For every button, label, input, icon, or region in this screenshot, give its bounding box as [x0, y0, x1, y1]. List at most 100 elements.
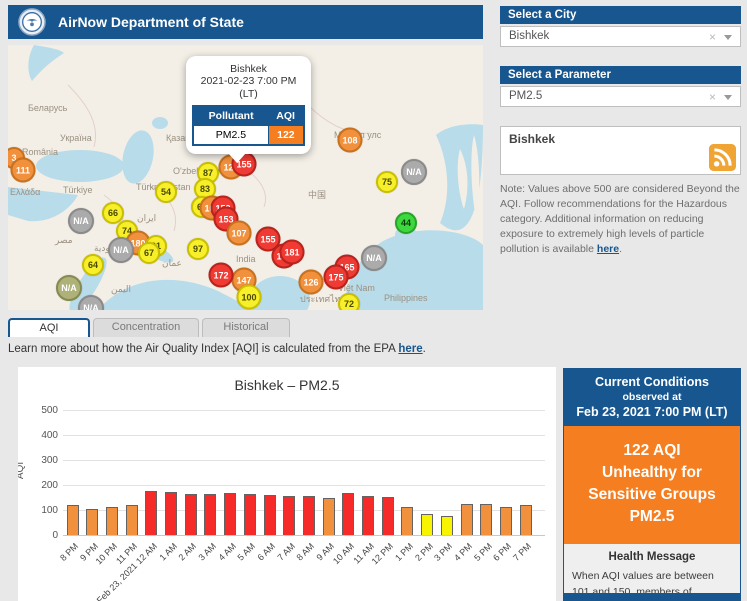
city-clear-icon[interactable]: × — [709, 28, 716, 46]
conditions-title: Current Conditions — [568, 375, 736, 389]
tab-aqi[interactable]: AQI — [8, 318, 90, 337]
aqi-marker-108[interactable]: 108 — [338, 128, 363, 153]
aqi-marker-54[interactable]: 54 — [155, 181, 177, 203]
bar-8-am[interactable] — [303, 496, 315, 535]
bar-1-pm[interactable] — [401, 507, 413, 536]
aqi-marker-97[interactable]: 97 — [187, 238, 209, 260]
popup-col-aqi: AQI — [268, 106, 304, 126]
popup-tail — [228, 153, 246, 163]
map-label: Ελλάδα — [10, 187, 40, 197]
aqi-marker-64[interactable]: 64 — [82, 254, 104, 276]
aqi-marker-na[interactable]: N/A — [108, 237, 134, 263]
aqi-marker-44[interactable]: 44 — [395, 212, 417, 234]
rss-city-label: Bishkek — [501, 127, 740, 146]
rss-feed-box: Bishkek — [500, 126, 741, 175]
aqi-marker-na[interactable]: N/A — [56, 275, 82, 301]
popup-pollutant-value: PM2.5 — [193, 126, 268, 146]
map-label: اليمن — [111, 284, 131, 295]
aqi-marker-126[interactable]: 126 — [299, 270, 324, 295]
aqi-marker-181[interactable]: 181 — [280, 240, 305, 265]
bar-10-pm[interactable] — [106, 507, 118, 536]
map-label: ايران — [137, 213, 156, 224]
tab-historical[interactable]: Historical — [202, 318, 290, 337]
bar-11-am[interactable] — [362, 496, 374, 535]
map-label: Україна — [60, 133, 92, 143]
gridline-200 — [63, 485, 545, 486]
tab-concentration[interactable]: Concentration — [93, 318, 199, 337]
aqi-marker-72[interactable]: 72 — [338, 293, 360, 310]
aqi-marker-67[interactable]: 67 — [138, 242, 160, 264]
city-caret-icon[interactable] — [724, 35, 732, 40]
map-label: Беларусь — [28, 103, 67, 113]
bar-5-pm[interactable] — [480, 504, 492, 535]
bar-5-am[interactable] — [244, 494, 256, 536]
bar-feb-23-2021-12-am[interactable] — [145, 491, 157, 535]
aqi-marker-175[interactable]: 175 — [324, 265, 349, 290]
conditions-observed-at: observed at — [568, 391, 736, 403]
popup-table: Pollutant AQI PM2.5 122 — [192, 105, 305, 146]
conditions-datetime: Feb 23, 2021 7:00 PM (LT) — [568, 405, 736, 419]
bar-12-pm[interactable] — [382, 497, 394, 535]
gridline-400 — [63, 435, 545, 436]
gridline-0 — [63, 535, 545, 536]
select-parameter-header: Select a Parameter — [500, 66, 741, 84]
bar-1-am[interactable] — [165, 492, 177, 535]
bar-2-am[interactable] — [185, 494, 197, 536]
aqi-bar-chart: Bishkek – PM2.5 AQI 0100200300400500 8 P… — [18, 367, 556, 601]
y-tick-label: 300 — [28, 455, 58, 466]
map-label: India — [236, 254, 256, 264]
bar-8-pm[interactable] — [67, 505, 79, 536]
bar-10-am[interactable] — [342, 493, 354, 535]
y-tick-label: 100 — [28, 505, 58, 516]
chart-plot-area — [63, 410, 545, 535]
learn-more-here-link[interactable]: here — [398, 343, 422, 355]
aqi-marker-100[interactable]: 100 — [237, 285, 262, 310]
bar-7-am[interactable] — [283, 496, 295, 536]
aqi-marker-na[interactable]: N/A — [401, 159, 427, 185]
bar-4-pm[interactable] — [461, 504, 473, 535]
popup-aqi-value: 122 — [268, 126, 304, 146]
bar-4-am[interactable] — [224, 493, 236, 535]
map-station-popup[interactable]: Bishkek 2021-02-23 7:00 PM (LT) Pollutan… — [186, 56, 311, 154]
learn-more-line: Learn more about how the Air Quality Ind… — [8, 343, 426, 355]
bar-6-pm[interactable] — [500, 507, 512, 535]
map-label: 中国 — [308, 188, 326, 201]
city-select-value: Bishkek — [509, 30, 549, 42]
conditions-parameter: PM2.5 — [570, 506, 734, 528]
bar-6-am[interactable] — [264, 495, 276, 536]
bar-3-pm[interactable] — [441, 516, 453, 535]
learn-more-text: Learn more about how the Air Quality Ind… — [8, 343, 398, 355]
map-label: مصر — [55, 235, 73, 246]
parameter-clear-icon[interactable]: × — [709, 88, 716, 106]
popup-col-pollutant: Pollutant — [193, 106, 268, 126]
map-label: Türkiye — [63, 185, 93, 195]
rss-feed-icon[interactable] — [709, 144, 736, 171]
current-conditions-panel: Current Conditions observed at Feb 23, 2… — [563, 368, 741, 601]
aqi-marker-na[interactable]: N/A — [68, 208, 94, 234]
bar-3-am[interactable] — [204, 494, 216, 535]
aqi-marker-172[interactable]: 172 — [209, 263, 234, 288]
bar-9-pm[interactable] — [86, 509, 98, 536]
select-city-header: Select a City — [500, 6, 741, 24]
bar-11-pm[interactable] — [126, 505, 138, 536]
bar-9-am[interactable] — [323, 498, 335, 536]
aqi-marker-na[interactable]: N/A — [361, 245, 387, 271]
bar-7-pm[interactable] — [520, 505, 532, 536]
bar-2-pm[interactable] — [421, 514, 433, 535]
learn-more-suffix: . — [423, 343, 426, 355]
note-suffix: . — [619, 243, 622, 255]
popup-city: Bishkek — [192, 63, 305, 75]
note-here-link[interactable]: here — [597, 243, 619, 255]
aqi-marker-111[interactable]: 111 — [11, 158, 36, 183]
aqi-world-map[interactable]: БеларусьУкраїнаRomâniaΕλλάδαTürkiyeҚазақ… — [8, 45, 483, 310]
aqi-marker-75[interactable]: 75 — [376, 171, 398, 193]
gridline-500 — [63, 410, 545, 411]
conditions-category: Unhealthy for Sensitive Groups — [570, 462, 734, 506]
city-select[interactable]: Bishkek × — [500, 26, 741, 47]
parameter-caret-icon[interactable] — [724, 95, 732, 100]
parameter-select[interactable]: PM2.5 × — [500, 86, 741, 107]
aqi-marker-107[interactable]: 107 — [227, 221, 252, 246]
current-conditions-header: Current Conditions observed at Feb 23, 2… — [564, 369, 740, 426]
map-label: Philippines — [384, 293, 428, 303]
y-tick-label: 0 — [28, 530, 58, 541]
